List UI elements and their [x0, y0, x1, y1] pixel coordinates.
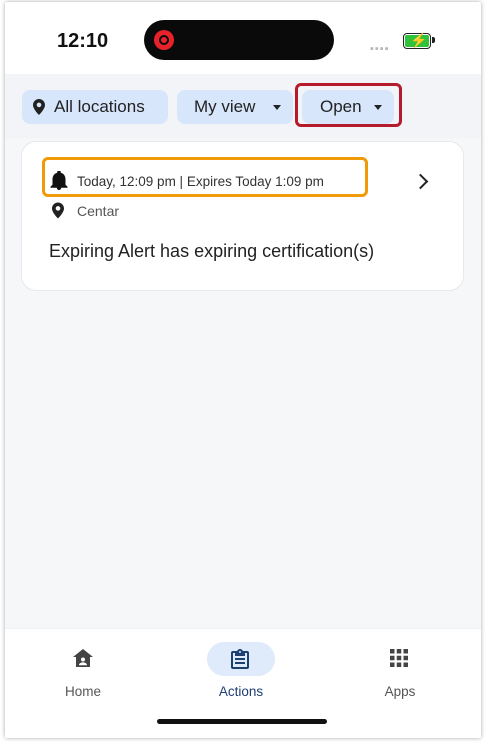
grid-icon	[390, 649, 408, 667]
clipboard-icon	[231, 649, 249, 669]
nav-actions[interactable]: Actions	[191, 629, 291, 719]
alert-title: Expiring Alert has expiring certificatio…	[49, 241, 375, 261]
status-dropdown-highlight	[295, 83, 402, 127]
status-bar: 12:10 ▪▪▪▪ ⚡	[5, 2, 481, 74]
app-frame: 12:10 ▪▪▪▪ ⚡ All locations My view Open …	[5, 2, 481, 738]
home-icon	[73, 649, 93, 667]
status-time: 12:10	[57, 30, 109, 52]
recording-icon	[154, 30, 174, 50]
dynamic-island	[144, 20, 334, 60]
alert-card[interactable]: Today, 12:09 pm | Expires Today 1:09 pm …	[22, 142, 463, 290]
nav-actions-label: Actions	[218, 684, 264, 699]
all-locations-label: All locations	[54, 97, 145, 116]
signal-icon: ▪▪▪▪	[370, 43, 390, 55]
all-locations-filter[interactable]: All locations	[22, 90, 168, 124]
timestamp-highlight	[42, 157, 368, 197]
location-pin-icon	[52, 202, 64, 219]
battery-charging-icon: ⚡	[403, 32, 435, 49]
nav-apps-label: Apps	[384, 684, 416, 699]
chevron-right-icon[interactable]	[412, 173, 429, 190]
alert-location: Centar	[77, 203, 120, 219]
filter-bar: All locations My view Open	[5, 74, 481, 138]
location-pin-icon	[33, 99, 45, 115]
nav-home-label: Home	[64, 684, 101, 699]
nav-home[interactable]: Home	[33, 629, 133, 719]
caret-down-icon	[273, 105, 281, 110]
my-view-dropdown[interactable]: My view	[177, 90, 293, 124]
my-view-label: My view	[194, 97, 256, 116]
home-indicator[interactable]	[157, 719, 327, 724]
nav-apps[interactable]: Apps	[350, 629, 450, 719]
